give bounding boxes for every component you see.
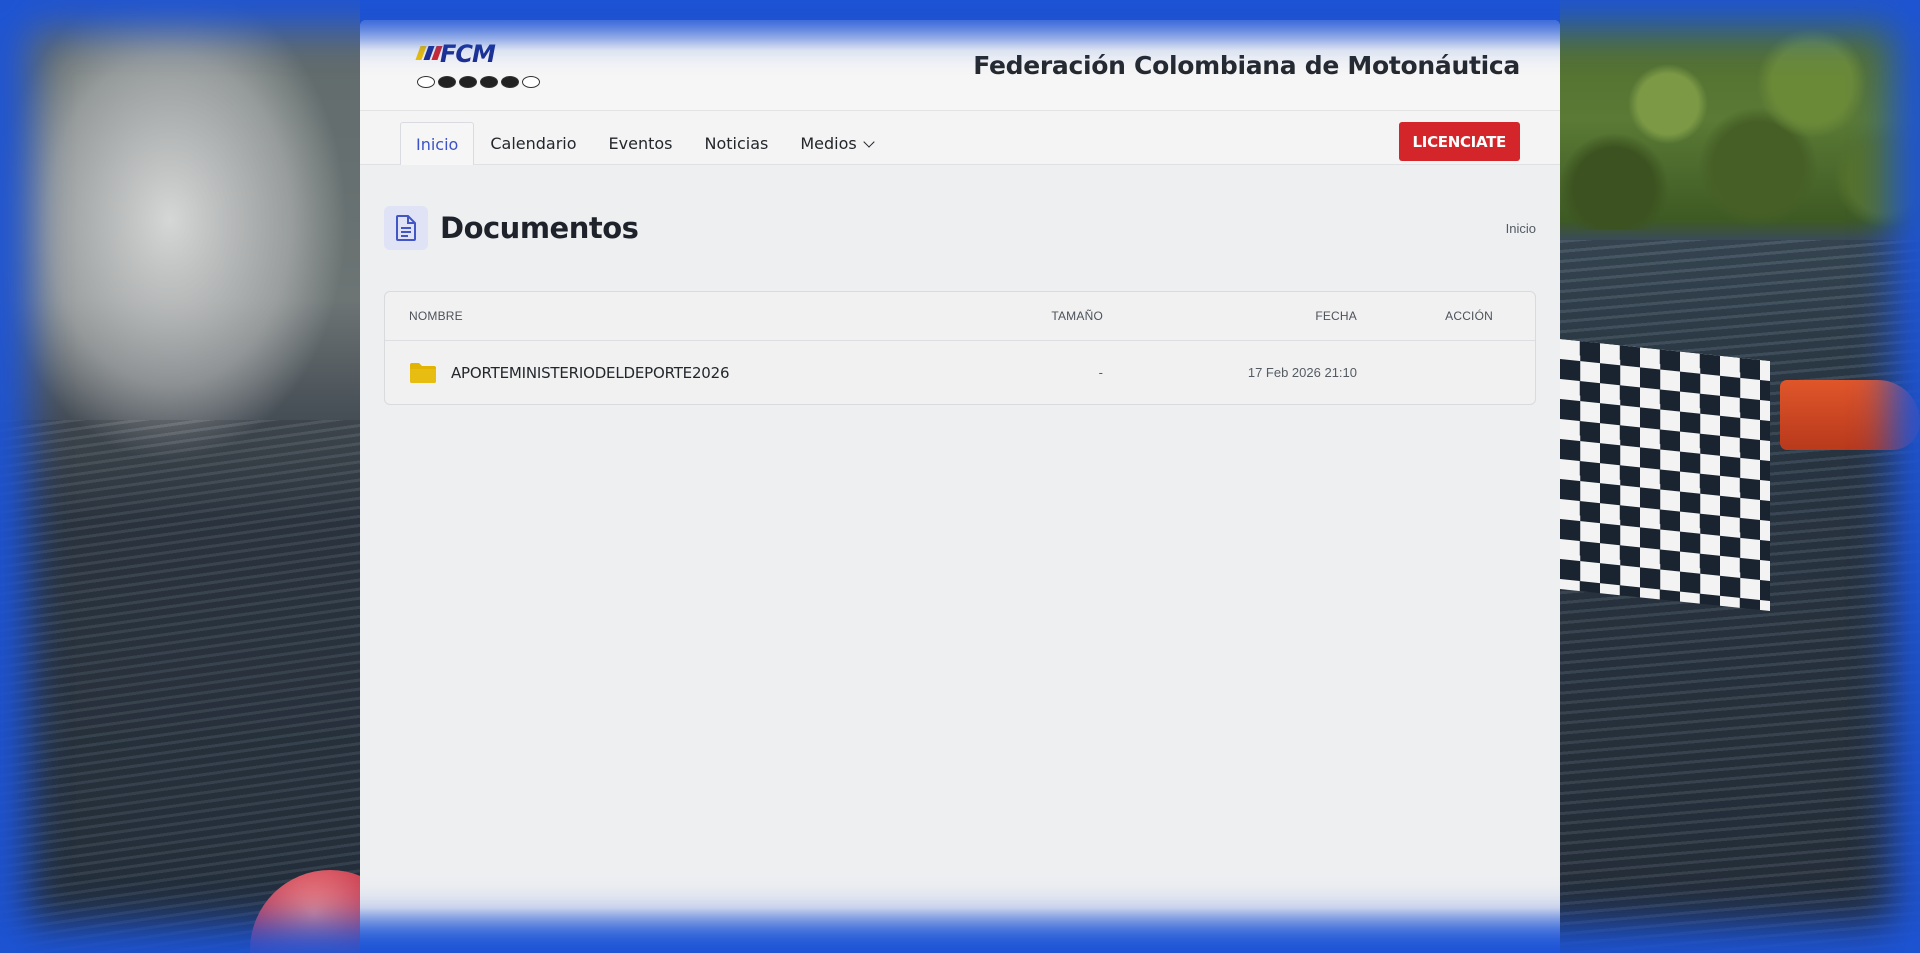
site-title: Federación Colombiana de Motonáutica xyxy=(973,50,1520,80)
column-header-date[interactable]: FECHA xyxy=(1103,309,1357,323)
row-date: 17 Feb 2026 21:10 xyxy=(1247,365,1357,380)
breadcrumb-inicio[interactable]: Inicio xyxy=(1506,221,1536,236)
column-header-action: ACCIÓN xyxy=(1445,309,1493,323)
page-title: Documentos xyxy=(440,211,639,245)
table-header: NOMBRE TAMAÑO FECHA ACCIÓN xyxy=(385,292,1535,341)
row-size: - xyxy=(1098,365,1103,380)
nav-item-medios[interactable]: Medios xyxy=(784,122,888,164)
nav-item-inicio[interactable]: Inicio xyxy=(400,122,475,165)
documents-table: NOMBRE TAMAÑO FECHA ACCIÓN APORTEMINISTE… xyxy=(384,291,1536,405)
background-right-water xyxy=(1560,0,1920,953)
document-icon xyxy=(384,206,428,250)
chevron-down-icon xyxy=(863,135,875,148)
checkered-flag xyxy=(1560,338,1770,612)
fcm-logo[interactable]: FCM xyxy=(412,36,544,94)
nav-item-noticias[interactable]: Noticias xyxy=(689,122,785,164)
nav-item-medios-label: Medios xyxy=(800,134,857,153)
licenciate-button[interactable]: LICENCIATE xyxy=(1398,122,1520,161)
table-row[interactable]: APORTEMINISTERIODELDEPORTE2026 - 17 Feb … xyxy=(385,341,1535,404)
folder-icon xyxy=(409,362,437,384)
nav-item-eventos[interactable]: Eventos xyxy=(593,122,689,164)
page-content: Documentos Inicio NOMBRE TAMAÑO FECHA AC… xyxy=(360,165,1560,405)
background-red-boat xyxy=(1780,380,1920,450)
site-header: FCM Federación Colombiana de Motonáutica xyxy=(360,20,1560,111)
folder-name-link[interactable]: APORTEMINISTERIODELDEPORTE2026 xyxy=(451,364,730,382)
main-panel: FCM Federación Colombiana de Motonáutica… xyxy=(360,20,1560,953)
column-header-size[interactable]: TAMAÑO xyxy=(915,309,1103,323)
nav-item-calendario[interactable]: Calendario xyxy=(474,122,592,164)
background-left-water xyxy=(0,0,410,953)
page-header: Documentos Inicio xyxy=(384,165,1536,291)
column-header-name[interactable]: NOMBRE xyxy=(385,309,915,323)
main-nav: Inicio Calendario Eventos Noticias Medio… xyxy=(360,111,1560,165)
